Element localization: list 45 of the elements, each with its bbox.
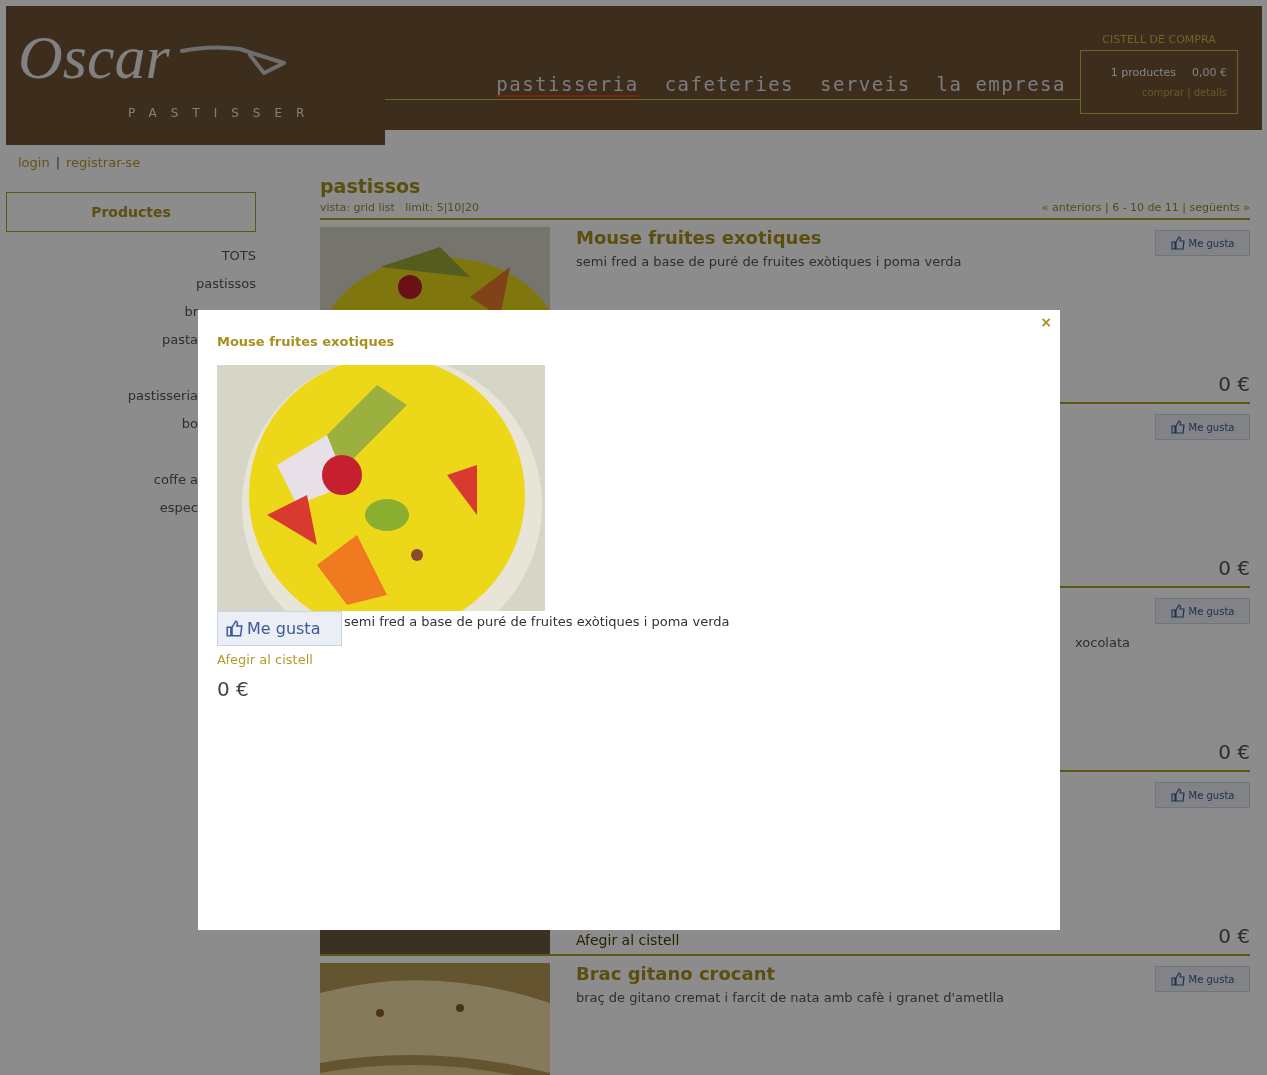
like-button[interactable]: Me gusta xyxy=(1155,782,1250,808)
product-description: xocolata xyxy=(1074,635,1130,650)
add-to-cart-link[interactable]: Afegir al cistell xyxy=(217,652,313,667)
product-price: 0 € xyxy=(1218,924,1250,948)
add-to-cart-link[interactable]: Afegir al cistell xyxy=(576,932,680,948)
register-link[interactable]: registrar-se xyxy=(66,155,141,170)
separator-text: | xyxy=(55,155,61,170)
like-button[interactable]: Me gusta xyxy=(1155,230,1250,256)
dialog-title: Mouse fruites exotiques xyxy=(217,334,395,349)
product-price: 0 € xyxy=(1218,372,1250,396)
nav-link[interactable]: serveis xyxy=(820,73,911,97)
product-price: 0 € xyxy=(1218,740,1250,764)
product-price: 0 € xyxy=(1218,556,1250,580)
login-link[interactable]: login xyxy=(18,155,50,170)
like-button[interactable]: Me gusta xyxy=(1155,966,1250,992)
logo-text[interactable]: Oscar xyxy=(18,26,170,88)
category-link[interactable]: br xyxy=(184,298,198,326)
cart-count: 1 productes xyxy=(1110,66,1176,79)
nav-link[interactable]: cafeteries xyxy=(664,73,795,97)
dialog-price: 0 € xyxy=(217,677,249,701)
cart-title: CISTELL DE COMPRA xyxy=(1102,33,1216,46)
nav-link[interactable]: pastisseria xyxy=(496,73,639,97)
category-heading: Productes xyxy=(6,192,256,232)
like-button[interactable]: Me gusta xyxy=(217,611,342,646)
category-link[interactable]: pasta xyxy=(161,326,198,354)
category-link[interactable]: TOTS xyxy=(221,242,256,270)
page-heading: pastissos xyxy=(320,175,422,197)
like-button[interactable]: Me gusta xyxy=(1155,598,1250,624)
product-description: semi fred a base de puré de fruites exòtiques i poma verda xyxy=(576,254,962,269)
pagination[interactable]: « anteriors | 6 - 10 de 11 | següents » xyxy=(1041,201,1250,214)
nav-link[interactable]: la empresa xyxy=(936,73,1066,97)
close-button[interactable]: × xyxy=(1040,314,1052,330)
dialog-description: semi fred a base de puré de fruites exòtiques i poma verda xyxy=(344,613,730,629)
category-link[interactable]: pastisseria xyxy=(127,382,198,410)
product-title[interactable]: Brac gitano crocant xyxy=(576,963,1004,984)
product-title[interactable]: Mouse fruites exotiques xyxy=(576,227,962,248)
category-link[interactable]: pastissos xyxy=(196,270,256,298)
category-link[interactable]: coffe a xyxy=(153,466,198,494)
view-options[interactable]: vista: grid list limit: 5|10|20 xyxy=(320,201,480,214)
logo-tagline: PASTISSER xyxy=(128,106,320,120)
product-description: braç de gitano cremat i farcit de nata amb cafè i granet d'ametlla xyxy=(576,990,1004,1005)
like-button[interactable]: Me gusta xyxy=(1155,414,1250,440)
category-link[interactable]: espec xyxy=(159,494,198,522)
category-link[interactable]: bo xyxy=(181,410,198,438)
cart-total: 0,00 € xyxy=(1192,66,1227,79)
